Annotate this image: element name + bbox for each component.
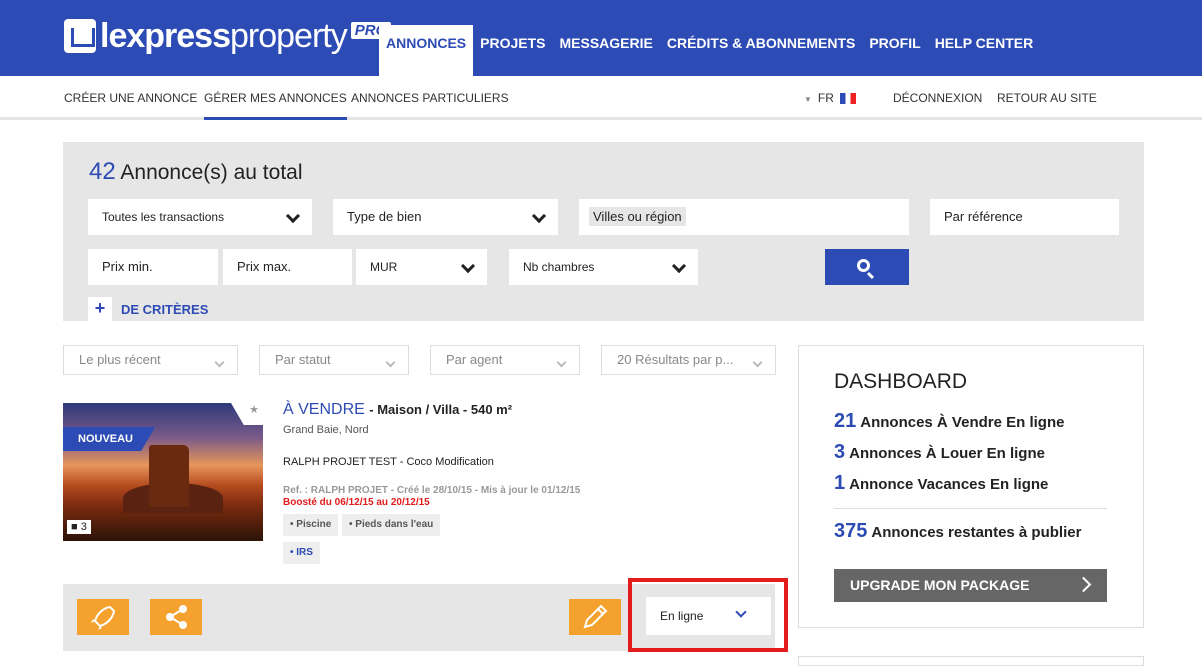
location-input[interactable]: Villes ou région (579, 199, 909, 235)
camera-icon: ■ (71, 521, 78, 533)
listing-photo[interactable]: NOUVEAU ★ ■ 3 (63, 403, 263, 541)
subnav-private[interactable]: ANNONCES PARTICULIERS (351, 76, 509, 120)
chevron-down-icon (671, 258, 687, 274)
sort-select[interactable]: Le plus récent (63, 345, 238, 375)
bedrooms-select[interactable]: Nb chambres (509, 249, 698, 285)
more-criteria-toggle[interactable]: + DE CRITÈRES (88, 297, 208, 321)
divider (834, 508, 1107, 509)
tag-piscine: • Piscine (283, 514, 339, 536)
rocket-icon (91, 605, 116, 630)
chevron-down-icon (385, 357, 396, 368)
logout-link[interactable]: DÉCONNEXION (893, 76, 982, 120)
nav-messagerie[interactable]: MESSAGERIE (552, 25, 659, 76)
listing-project: RALPH PROJET TEST - Coco Modification (283, 456, 494, 468)
stat-for-rent[interactable]: 3 Annonces À Louer En ligne (834, 441, 1045, 464)
chevron-down-icon (285, 208, 301, 224)
subnav-create[interactable]: CRÉER UNE ANNONCE (64, 76, 197, 120)
dashboard-title: DASHBOARD (834, 370, 968, 393)
search-button[interactable] (825, 249, 909, 285)
highlight-box (628, 578, 788, 652)
main-nav: ANNONCES PROJETS MESSAGERIE CRÉDITS & AB… (379, 25, 1040, 76)
price-min-input[interactable]: Prix min. (88, 249, 218, 285)
nav-annonces[interactable]: ANNONCES (379, 25, 474, 76)
secondary-panel (798, 656, 1144, 666)
listing-meta: Ref. : RALPH PROJET - Créé le 28/10/15 -… (283, 485, 581, 496)
plus-icon: + (88, 297, 112, 321)
share-icon (166, 605, 187, 629)
share-button[interactable] (150, 599, 202, 635)
chevron-right-icon (1075, 576, 1092, 593)
france-flag-icon (839, 93, 856, 105)
edit-button[interactable] (569, 599, 621, 635)
per-page-select[interactable]: 20 Résultats par p... (601, 345, 776, 375)
total-count: 42 Annonce(s) au total (89, 158, 303, 185)
caret-down-icon: ▼ (804, 95, 812, 104)
sub-nav: CRÉER UNE ANNONCE GÉRER MES ANNONCES ANN… (0, 76, 1202, 120)
house-icon (64, 19, 96, 53)
status-filter[interactable]: Par statut (259, 345, 409, 375)
tag-pieds-dans-eau: • Pieds dans l'eau (342, 514, 441, 536)
top-header: lexpressproperty PRO ANNONCES PROJETS ME… (0, 0, 1202, 76)
chevron-down-icon (556, 357, 567, 368)
transactions-select[interactable]: Toutes les transactions (88, 199, 312, 235)
language-selector[interactable]: ▼ FR (804, 76, 856, 120)
subnav-manage[interactable]: GÉRER MES ANNONCES (204, 76, 347, 120)
chevron-down-icon (460, 258, 476, 274)
logo-text: lexpressproperty (100, 17, 348, 55)
stat-for-sale[interactable]: 21 Annonces À Vendre En ligne (834, 410, 1064, 433)
nav-help-center[interactable]: HELP CENTER (928, 25, 1041, 76)
listing-title[interactable]: À VENDRE - Maison / Villa - 540 m² (283, 401, 512, 419)
currency-select[interactable]: MUR (356, 249, 487, 285)
chevron-down-icon (214, 357, 225, 368)
new-badge: NOUVEAU (63, 427, 156, 451)
dashboard-panel: DASHBOARD 21 Annonces À Vendre En ligne 3… (798, 345, 1144, 628)
nav-credits[interactable]: CRÉDITS & ABONNEMENTS (660, 25, 863, 76)
photo-count: ■ 3 (67, 520, 91, 534)
logo[interactable]: lexpressproperty PRO (64, 17, 392, 55)
listing-boosted: Boosté du 06/12/15 au 20/12/15 (283, 497, 430, 508)
nav-profil[interactable]: PROFIL (862, 25, 927, 76)
listing-location: Grand Baie, Nord (283, 424, 369, 436)
chevron-down-icon (531, 208, 547, 224)
search-panel: 42 Annonce(s) au total Toutes les transa… (63, 142, 1144, 321)
agent-filter[interactable]: Par agent (430, 345, 580, 375)
chevron-down-icon (752, 357, 763, 368)
price-max-input[interactable]: Prix max. (223, 249, 352, 285)
boost-button[interactable] (77, 599, 129, 635)
stat-vacation[interactable]: 1 Annonce Vacances En ligne (834, 472, 1048, 495)
tag-irs: • IRS (283, 542, 320, 564)
star-icon[interactable]: ★ (231, 403, 263, 425)
pencil-icon (583, 604, 608, 629)
property-type-select[interactable]: Type de bien (333, 199, 558, 235)
back-to-site-link[interactable]: RETOUR AU SITE (997, 76, 1097, 120)
nav-projets[interactable]: PROJETS (473, 25, 552, 76)
search-icon (857, 259, 870, 272)
reference-input[interactable]: Par référence (930, 199, 1119, 235)
upgrade-package-button[interactable]: UPGRADE MON PACKAGE (834, 569, 1107, 602)
stat-remaining: 375 Annonces restantes à publier (834, 520, 1082, 542)
